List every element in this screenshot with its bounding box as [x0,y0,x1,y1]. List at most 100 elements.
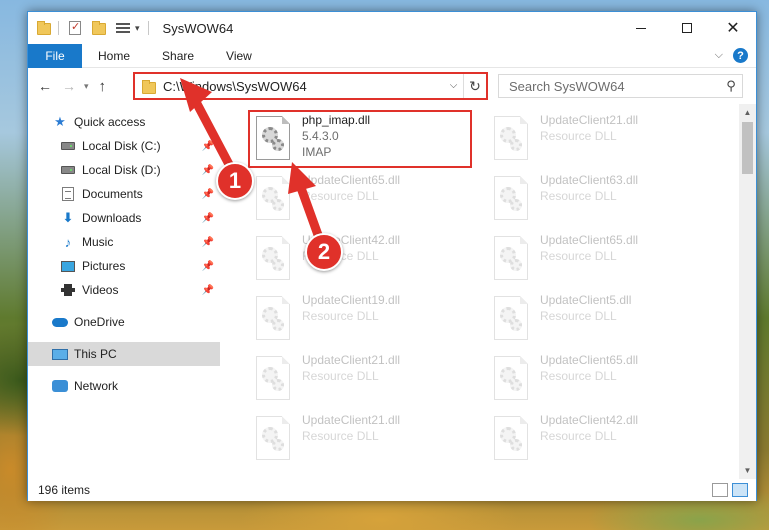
pin-icon[interactable]: 📌 [202,285,214,296]
file-item[interactable]: UpdateClient65.dll Resource DLL [486,230,724,290]
sidebar-item-network[interactable]: Network [28,374,220,398]
sidebar-item-label: Local Disk (C:) [82,139,161,153]
pin-icon[interactable]: 📌 [202,213,214,224]
file-item[interactable]: UpdateClient42.dll Resource DLL [486,410,724,470]
dll-file-icon [494,356,528,400]
sidebar-item-quick-access[interactable]: ★ Quick access [28,110,220,134]
up-arrow-icon[interactable]: ↑ [99,78,107,95]
pin-icon[interactable]: 📌 [202,165,214,176]
file-item[interactable]: UpdateClient21.dll Resource DLL [248,410,486,470]
file-name: UpdateClient21.dll [302,353,401,367]
file-type: Resource DLL [540,129,617,143]
address-dropdown-icon[interactable]: ⌵ [444,74,464,98]
file-name: UpdateClient63.dll [540,173,639,187]
sidebar-item-local-disk-c[interactable]: Local Disk (C:) 📌 [28,134,220,158]
file-type: Resource DLL [540,429,617,443]
quick-access-dropdown-icon[interactable]: ▾ [135,23,140,34]
file-type: Resource DLL [540,369,617,383]
minimize-icon [636,27,646,29]
navigation-pane: ★ Quick access Local Disk (C:) 📌 Local D… [28,104,222,479]
address-path[interactable]: C:\Windows\SysWOW64 [163,79,444,94]
computer-icon [52,346,68,362]
scroll-thumb[interactable] [742,122,753,174]
sidebar-item-videos[interactable]: Videos 📌 [28,278,220,302]
details-view-icon[interactable] [712,483,728,497]
download-icon: ⬇ [62,210,74,225]
file-type: Resource DLL [540,309,617,323]
pin-icon[interactable]: 📌 [202,261,214,272]
pin-icon[interactable]: 📌 [202,237,214,248]
file-item-php-imap[interactable]: php_imap.dll 5.4.3.0 IMAP [248,110,486,170]
window-controls: ✕ [618,12,756,44]
help-icon[interactable]: ? [733,48,748,63]
vertical-scrollbar[interactable]: ▲ ▼ [739,104,756,479]
dll-file-icon [256,116,290,160]
sidebar-item-documents[interactable]: Documents 📌 [28,182,220,206]
sidebar-item-label: Network [74,379,119,393]
dll-file-icon [494,236,528,280]
file-item[interactable]: UpdateClient65.dll Resource DLL [248,170,486,230]
file-type: Resource DLL [540,189,617,203]
file-item[interactable]: UpdateClient63.dll Resource DLL [486,170,724,230]
file-item[interactable]: UpdateClient5.dll Resource DLL [486,290,724,350]
dll-file-icon [256,296,290,340]
close-button[interactable]: ✕ [710,12,756,44]
tab-view[interactable]: View [210,44,268,68]
sidebar-item-downloads[interactable]: ⬇ Downloads 📌 [28,206,220,230]
search-icon[interactable]: ⚲ [720,78,742,94]
file-item[interactable]: UpdateClient21.dll Resource DLL [248,350,486,410]
search-box[interactable]: Search SysWOW64 ⚲ [498,74,743,98]
window-title: SysWOW64 [162,20,234,36]
file-item[interactable]: UpdateClient21.dll Resource DLL [486,110,724,170]
scroll-down-arrow-icon[interactable]: ▼ [739,462,756,479]
sidebar-item-local-disk-d[interactable]: Local Disk (D:) 📌 [28,158,220,182]
expand-ribbon-chevron-icon[interactable]: ⌵ [715,49,723,62]
file-name: UpdateClient19.dll [302,293,401,307]
refresh-icon[interactable]: ↻ [464,78,486,95]
sidebar-item-this-pc[interactable]: This PC [28,342,220,366]
drive-icon [60,138,76,154]
file-name: UpdateClient42.dll [540,413,639,427]
tab-home[interactable]: Home [82,44,146,68]
scroll-up-arrow-icon[interactable]: ▲ [739,104,756,121]
item-count: 196 items [38,483,91,497]
folder-icon [36,20,52,36]
forward-arrow-icon[interactable]: → [62,78,76,94]
file-type: Resource DLL [302,309,379,323]
tab-file[interactable]: File [28,43,82,68]
file-list: php_imap.dll 5.4.3.0 IMAP UpdateClient21… [222,104,738,479]
recent-locations-chevron-icon[interactable]: ▾ [84,81,89,92]
pictures-icon [60,258,76,274]
file-item[interactable]: UpdateClient19.dll Resource DLL [248,290,486,350]
file-explorer-window: ▾ SysWOW64 ✕ File Home Share View ⌵ ? ← … [27,11,757,501]
toolbar-separator [147,21,149,35]
close-icon: ✕ [726,20,740,37]
step-badge-1: 1 [216,162,254,200]
address-bar[interactable]: C:\Windows\SysWOW64 ⌵ ↻ [133,72,488,100]
ribbon-tabs: File Home Share View ⌵ ? [28,43,756,68]
maximize-button[interactable] [664,12,710,44]
sidebar-item-pictures[interactable]: Pictures 📌 [28,254,220,278]
documents-icon [60,186,76,202]
dll-file-icon [256,236,290,280]
back-arrow-icon[interactable]: ← [38,78,52,94]
sidebar-item-onedrive[interactable]: OneDrive [28,310,220,334]
pin-icon[interactable]: 📌 [202,141,214,152]
pin-icon[interactable]: 📌 [202,189,214,200]
sidebar-item-label: Documents [82,187,143,201]
sidebar-item-music[interactable]: ♪ Music 📌 [28,230,220,254]
new-folder-icon[interactable] [91,20,107,36]
file-item[interactable]: UpdateClient65.dll Resource DLL [486,350,724,410]
file-item[interactable]: UpdateClient42.dllResource DLL [248,230,486,290]
file-name: UpdateClient21.dll [302,413,401,427]
dll-file-icon [256,176,290,220]
tiles-view-icon[interactable] [732,483,748,497]
properties-check-icon[interactable] [67,20,83,36]
tab-share[interactable]: Share [146,44,210,68]
properties-list-icon[interactable] [115,20,131,36]
dll-file-icon [494,416,528,460]
file-version: 5.4.3.0 [302,129,339,143]
search-input[interactable]: Search SysWOW64 [509,79,720,94]
file-name: UpdateClient21.dll [540,113,639,127]
minimize-button[interactable] [618,12,664,44]
